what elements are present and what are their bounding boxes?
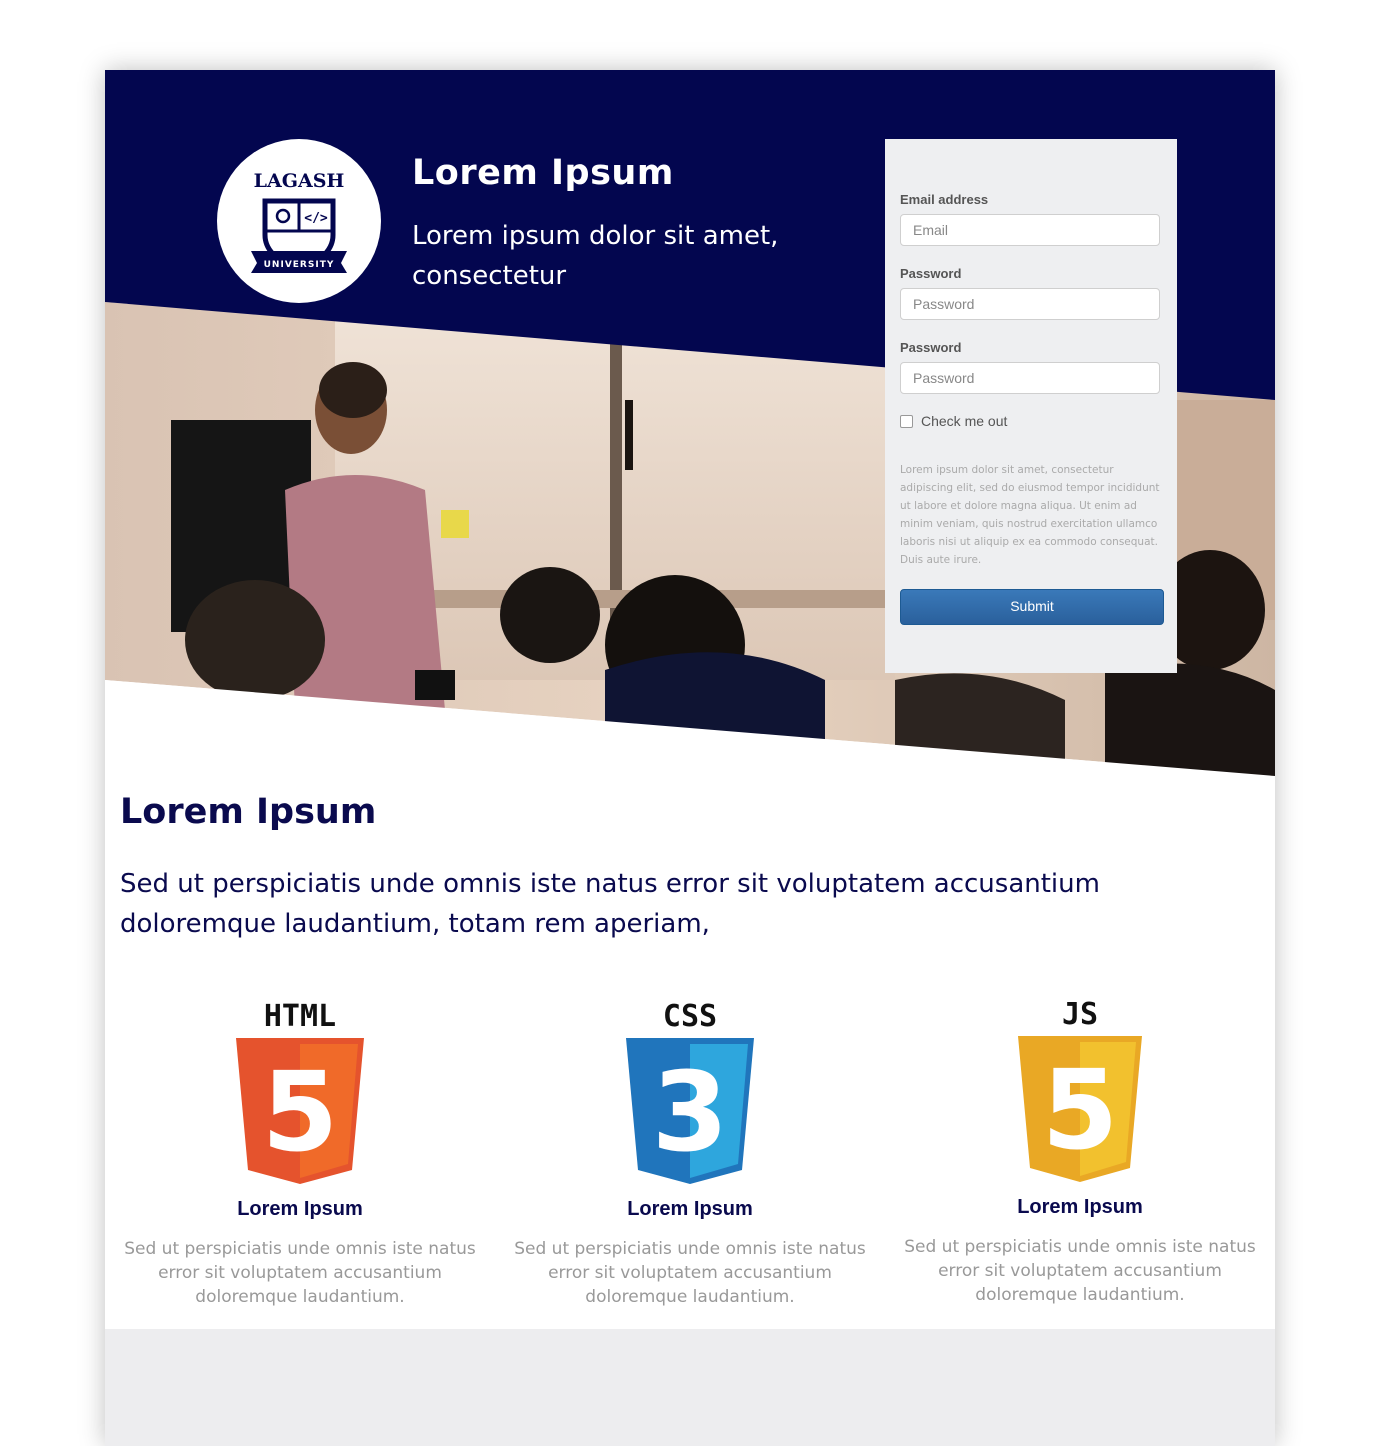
feature-text: Sed ut perspiciatis unde omnis iste natu… [124, 1239, 476, 1307]
section-text: Sed ut perspiciatis unde omnis iste natu… [120, 869, 1100, 939]
hero-section: LAGASH </> UNIVERSITY Lorem Ipsum Lorem … [105, 70, 1275, 776]
css-badge-number: 3 [652, 1048, 729, 1176]
confirm-password-field[interactable] [900, 362, 1160, 394]
html-badge-label: HTML [264, 1000, 336, 1034]
password-field[interactable] [900, 288, 1160, 320]
svg-text:</>: </> [304, 211, 328, 226]
feature-title: Lorem Ipsum [627, 1198, 753, 1220]
feature-title: Lorem Ipsum [1017, 1196, 1143, 1218]
email-field[interactable] [900, 214, 1160, 246]
feature-css: CSS 3 Lorem Ipsum Sed ut perspiciatis un… [505, 1000, 875, 1309]
feature-text: Sed ut perspiciatis unde omnis iste natu… [514, 1239, 866, 1307]
hero-subtitle: Lorem ipsum dolor sit amet, consectetur [412, 221, 779, 291]
logo-top-text: LAGASH [254, 170, 345, 192]
password-label: Password [900, 266, 962, 281]
lagash-university-logo: LAGASH </> UNIVERSITY [217, 139, 381, 303]
login-form: Email address Password Password Check me… [885, 139, 1177, 673]
logo-banner-text: UNIVERSITY [264, 260, 335, 270]
check-me-out-row[interactable]: Check me out [900, 413, 1007, 429]
html5-shield-icon: HTML 5 [236, 1000, 364, 1184]
css3-shield-icon: CSS 3 [626, 1000, 754, 1184]
section-title: Lorem Ipsum [120, 792, 377, 832]
form-fine-print: Lorem ipsum dolor sit amet, consectetur … [900, 464, 1160, 566]
js-badge-label: JS [1062, 998, 1098, 1032]
email-label: Email address [900, 192, 989, 207]
landing-page: LAGASH </> UNIVERSITY Lorem Ipsum Lorem … [105, 70, 1275, 1446]
hero-title: Lorem Ipsum [412, 153, 674, 193]
confirm-password-label: Password [900, 340, 962, 355]
feature-title: Lorem Ipsum [237, 1198, 363, 1220]
check-me-out-checkbox[interactable] [900, 414, 913, 428]
submit-button[interactable]: Submit [900, 589, 1164, 625]
footer-band [105, 1329, 1275, 1446]
feature-html: HTML 5 Lorem Ipsum Sed ut perspiciatis u… [115, 1000, 485, 1309]
js-shield-icon: JS 5 [1018, 998, 1142, 1182]
feature-js: JS 5 Lorem Ipsum Sed ut perspiciatis und… [895, 998, 1265, 1307]
js-badge-number: 5 [1042, 1046, 1119, 1174]
check-me-out-label: Check me out [921, 413, 1008, 429]
css-badge-label: CSS [663, 1000, 717, 1034]
html-badge-number: 5 [262, 1048, 339, 1176]
feature-text: Sed ut perspiciatis unde omnis iste natu… [904, 1237, 1256, 1305]
